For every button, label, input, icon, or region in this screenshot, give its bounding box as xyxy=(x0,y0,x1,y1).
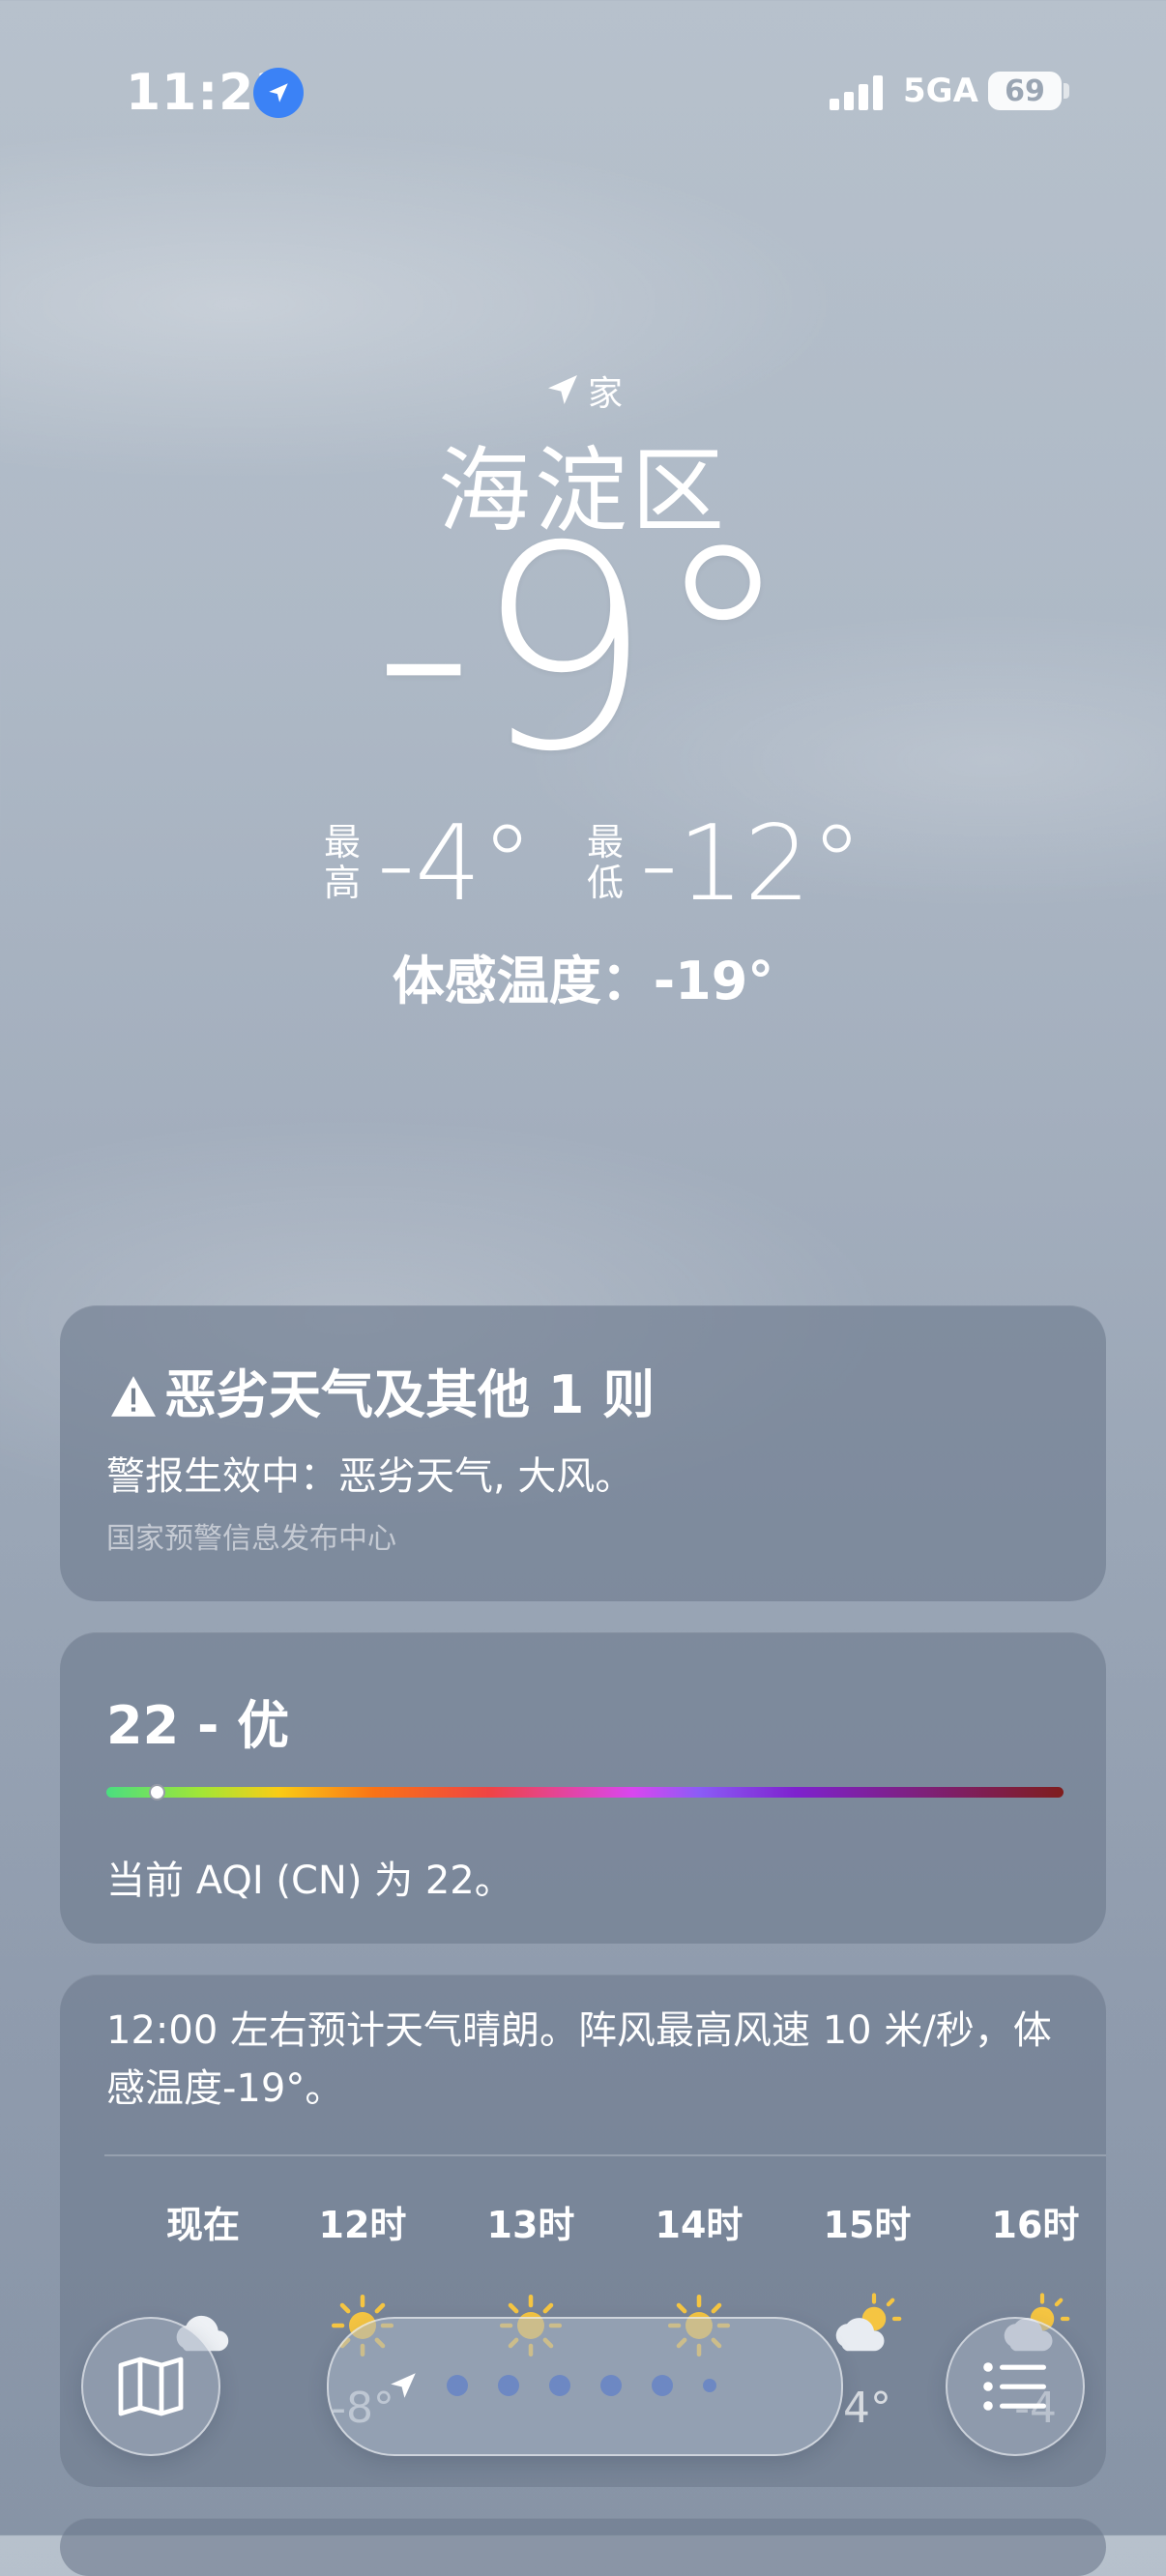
aqi-scale-bar xyxy=(106,1784,1064,1800)
aqi-description: 当前 AQI (CN) 为 22。 xyxy=(106,1859,513,1903)
low-label-char-2: 低 xyxy=(586,862,624,904)
location-services-icon xyxy=(253,68,304,118)
hour-label: 16时 xyxy=(991,2204,1080,2246)
low-temperature: -12° xyxy=(640,804,863,924)
cellular-signal-icon xyxy=(830,75,888,110)
location-name: 家 xyxy=(587,374,623,414)
status-bar: 11:23 5GA 69 xyxy=(0,64,1166,122)
hour-label: 12时 xyxy=(318,2204,407,2246)
warning-icon xyxy=(111,1376,156,1417)
page-dot xyxy=(549,2375,570,2396)
location-arrow-icon xyxy=(547,375,577,404)
page-dot xyxy=(600,2375,622,2396)
hour-label: 14时 xyxy=(655,2204,743,2246)
battery-level: 69 xyxy=(1005,73,1045,108)
location-label: 家 xyxy=(0,366,1166,416)
battery-icon: 69 xyxy=(988,72,1062,110)
high-label-char-1: 最 xyxy=(323,821,361,864)
alert-title-text: 恶劣天气及其他 1 则 xyxy=(164,1364,656,1425)
feels-like: 体感温度：-19° xyxy=(392,951,774,1011)
aqi-title: 22 - 优 xyxy=(106,1695,290,1756)
low-label-char-1: 最 xyxy=(586,821,624,864)
hour-label: 13时 xyxy=(486,2204,575,2246)
list-icon xyxy=(983,2362,1046,2411)
map-button[interactable] xyxy=(81,2317,220,2456)
next-card xyxy=(60,2518,1106,2576)
page-dot xyxy=(447,2375,468,2396)
location-page-indicator[interactable] xyxy=(327,2317,843,2456)
battery-tip xyxy=(1064,83,1069,99)
page-dot xyxy=(652,2375,673,2396)
high-temperature: -4° xyxy=(377,804,534,924)
aqi-indicator-dot xyxy=(148,1784,165,1800)
current-temperature: -9° xyxy=(372,487,794,813)
page-dot xyxy=(498,2375,519,2396)
alert-title: 恶劣天气及其他 1 则 xyxy=(108,1352,655,1428)
hour-label: 15时 xyxy=(823,2204,912,2246)
current-location-page-icon xyxy=(391,2373,416,2398)
low-label: 最 低 xyxy=(586,822,625,903)
hour-label: 现在 xyxy=(165,2204,240,2246)
locations-list-button[interactable] xyxy=(946,2317,1085,2456)
map-icon xyxy=(118,2356,184,2416)
alert-source: 国家预警信息发布中心 xyxy=(106,1522,396,1556)
air-quality-card[interactable]: 22 - 优 当前 AQI (CN) 为 22。 xyxy=(60,1632,1106,1944)
high-label: 最 高 xyxy=(323,822,362,903)
page-dot xyxy=(703,2379,716,2392)
divider xyxy=(104,2154,1106,2156)
weather-alert-card[interactable]: 恶劣天气及其他 1 则 警报生效中：恶劣天气, 大风。 国家预警信息发布中心 xyxy=(60,1305,1106,1601)
high-label-char-2: 高 xyxy=(323,862,361,904)
alert-text: 警报生效中：恶劣天气, 大风。 xyxy=(106,1454,634,1499)
high-low-temps: 最 高 -4° 最 低 -12° xyxy=(0,812,1166,919)
network-type: 5GA xyxy=(903,72,978,110)
hourly-summary: 12:00 左右预计天气晴朗。阵风最高风速 10 米/秒，体感温度-19°。 xyxy=(106,2008,1052,2111)
